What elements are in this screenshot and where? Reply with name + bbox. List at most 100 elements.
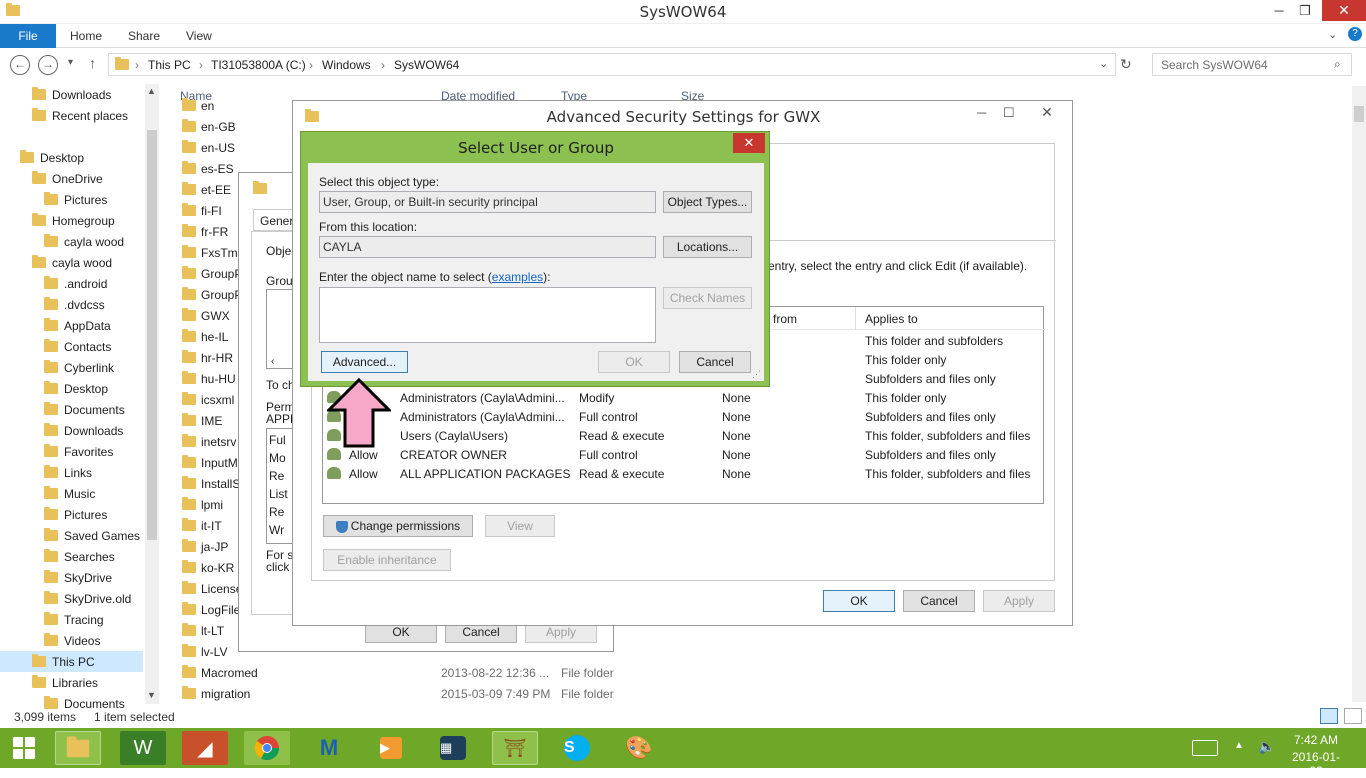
- advanced-button[interactable]: Advanced...: [321, 351, 408, 373]
- chrome-icon[interactable]: [244, 731, 290, 765]
- object-types-button[interactable]: Object Types...: [663, 191, 752, 213]
- tab-home[interactable]: Home: [70, 29, 102, 43]
- nav-item[interactable]: .android: [0, 273, 143, 294]
- nav-item[interactable]: Libraries: [0, 672, 143, 693]
- back-button[interactable]: ←: [10, 55, 30, 75]
- nav-item[interactable]: Contacts: [0, 336, 143, 357]
- chevron-down-icon[interactable]: ⌄: [1328, 28, 1337, 41]
- nav-item[interactable]: SkyDrive.old: [0, 588, 143, 609]
- enable-inheritance-button[interactable]: Enable inheritance: [323, 549, 451, 571]
- adv-maximize-button[interactable]: ☐: [1003, 105, 1015, 121]
- forward-button[interactable]: →: [38, 55, 58, 75]
- breadcrumb-drive[interactable]: TI31053800A (C:): [211, 58, 306, 72]
- breadcrumb-syswow64[interactable]: SysWOW64: [394, 58, 459, 72]
- video-editor-icon[interactable]: ▦: [430, 731, 476, 765]
- adv-cancel-button[interactable]: Cancel: [903, 590, 975, 612]
- column-inherited-from[interactable]: from: [773, 312, 797, 326]
- close-button[interactable]: ✕: [1322, 0, 1366, 21]
- file-name: InputM: [201, 455, 238, 470]
- file-tab[interactable]: File: [0, 24, 56, 48]
- select-ok-button[interactable]: OK: [598, 351, 670, 373]
- adv-apply-button[interactable]: Apply: [983, 590, 1055, 612]
- volume-icon[interactable]: 🔈: [1258, 738, 1275, 755]
- nav-item[interactable]: Desktop: [0, 378, 143, 399]
- skype-icon[interactable]: S: [554, 731, 600, 765]
- nav-scrollbar-thumb[interactable]: [147, 130, 157, 540]
- breadcrumb-windows[interactable]: Windows: [322, 58, 371, 72]
- nav-item[interactable]: Documents: [0, 399, 143, 420]
- adv-close-button[interactable]: ✕: [1025, 101, 1069, 123]
- nav-item[interactable]: Tracing: [0, 609, 143, 630]
- show-hidden-icons[interactable]: ▲: [1234, 740, 1244, 751]
- adv-ok-button[interactable]: OK: [823, 590, 895, 612]
- nav-item[interactable]: Downloads: [0, 84, 143, 105]
- file-scrollbar-thumb[interactable]: [1354, 106, 1364, 122]
- windows-start-icon[interactable]: [2, 731, 46, 765]
- nav-item[interactable]: Videos: [0, 630, 143, 651]
- nav-item[interactable]: Music: [0, 483, 143, 504]
- maximize-button[interactable]: ❐: [1290, 0, 1320, 22]
- resize-grip-icon[interactable]: ⋰: [752, 369, 761, 380]
- clock[interactable]: 7:42 AM 2016-01-02: [1286, 733, 1346, 778]
- scroll-up-icon[interactable]: ▲: [147, 86, 156, 96]
- nav-item[interactable]: Homegroup: [0, 210, 143, 231]
- refresh-icon[interactable]: ↻: [1120, 56, 1132, 73]
- malwarebytes-icon[interactable]: M: [306, 731, 352, 765]
- nav-item[interactable]: SkyDrive: [0, 567, 143, 588]
- address-dropdown-icon[interactable]: ⌄: [1099, 57, 1108, 70]
- select-close-button[interactable]: ✕: [733, 133, 765, 153]
- breadcrumb-this-pc[interactable]: This PC: [148, 58, 191, 72]
- nav-item[interactable]: Favorites: [0, 441, 143, 462]
- file-explorer-icon[interactable]: [55, 731, 101, 765]
- select-cancel-button[interactable]: Cancel: [679, 351, 751, 373]
- nav-item[interactable]: Pictures: [0, 504, 143, 525]
- permission-row[interactable]: Administrators (Cayla\Admini... Modify Non…: [323, 388, 1045, 407]
- adv-minimize-button[interactable]: ─: [977, 105, 986, 120]
- nav-item[interactable]: This PC: [0, 651, 143, 672]
- nav-item[interactable]: Searches: [0, 546, 143, 567]
- change-permissions-button[interactable]: Change permissions: [323, 515, 473, 537]
- locations-button[interactable]: Locations...: [663, 236, 752, 258]
- nav-item[interactable]: cayla wood: [0, 231, 143, 252]
- nav-item[interactable]: Downloads: [0, 420, 143, 441]
- nav-item[interactable]: Saved Games: [0, 525, 143, 546]
- check-names-button[interactable]: Check Names: [663, 287, 752, 309]
- nav-item[interactable]: Cyberlink: [0, 357, 143, 378]
- media-player-icon[interactable]: ▶: [368, 731, 414, 765]
- scroll-down-icon[interactable]: ▼: [147, 690, 156, 700]
- file-row[interactable]: Macromed 2013-08-22 12:36 ... File folder: [182, 662, 782, 683]
- nav-item[interactable]: .dvdcss: [0, 294, 143, 315]
- help-icon[interactable]: ?: [1348, 27, 1362, 41]
- address-bar[interactable]: › This PC › TI31053800A (C:) › Windows ›…: [108, 53, 1116, 76]
- details-view-icon[interactable]: [1320, 708, 1338, 724]
- file-row[interactable]: migration 2015-03-09 7:49 PM File folder: [182, 683, 782, 704]
- keyboard-icon[interactable]: [1192, 740, 1218, 756]
- object-name-input[interactable]: [319, 287, 656, 343]
- view-button[interactable]: View: [485, 515, 555, 537]
- tab-view[interactable]: View: [186, 29, 212, 43]
- nav-item[interactable]: AppData: [0, 315, 143, 336]
- up-icon[interactable]: ↑: [89, 55, 96, 71]
- examples-link[interactable]: examples: [492, 270, 543, 284]
- archive-app-icon[interactable]: ⛩: [492, 731, 538, 765]
- file-scrollbar[interactable]: [1352, 86, 1366, 702]
- permission-row[interactable]: Allow ALL APPLICATION PACKAGES Read & exec…: [323, 464, 1045, 483]
- wps-writer-icon[interactable]: W: [120, 731, 166, 765]
- tab-share[interactable]: Share: [128, 29, 160, 43]
- nav-item[interactable]: Recent places: [0, 105, 143, 126]
- nav-item[interactable]: Desktop: [0, 147, 143, 168]
- permission-row[interactable]: Users (Cayla\Users) Read & execute None Thi…: [323, 426, 1045, 445]
- large-icons-view-icon[interactable]: [1344, 708, 1362, 724]
- app-colorful-icon[interactable]: ◢: [182, 731, 228, 765]
- paint-icon[interactable]: 🎨: [616, 731, 662, 765]
- nav-item-label: Videos: [64, 633, 101, 648]
- nav-item[interactable]: Pictures: [0, 189, 143, 210]
- recent-dropdown-icon[interactable]: ▾: [68, 57, 73, 68]
- nav-item[interactable]: Links: [0, 462, 143, 483]
- permission-row[interactable]: Administrators (Cayla\Admini... Full cont…: [323, 407, 1045, 426]
- nav-item[interactable]: OneDrive: [0, 168, 143, 189]
- column-applies-to[interactable]: Applies to: [865, 312, 918, 326]
- permission-row[interactable]: Allow CREATOR OWNER Full control None Subfol…: [323, 445, 1045, 464]
- search-input[interactable]: Search SysWOW64: [1152, 53, 1352, 76]
- nav-item[interactable]: cayla wood: [0, 252, 143, 273]
